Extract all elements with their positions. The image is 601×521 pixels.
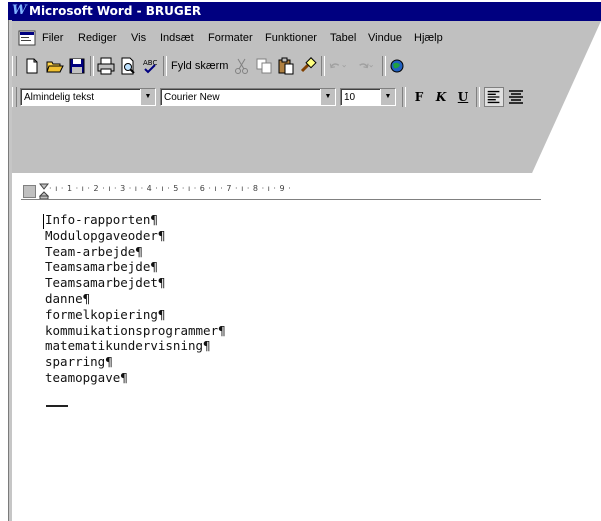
menu-vindue[interactable]: Vindue [368, 27, 402, 49]
horizontal-ruler[interactable]: · ı · 1 · ı · 2 · ı · 3 · ı · 4 · ı · 5 … [21, 183, 541, 200]
format-painter-icon[interactable] [298, 56, 318, 76]
toolbar-grip[interactable] [12, 87, 17, 107]
document-line: Teamsamarbejdet¶ [45, 275, 166, 291]
end-of-document-marker [46, 405, 68, 407]
toolbar-separator [402, 87, 406, 107]
open-folder-icon[interactable] [45, 56, 65, 76]
word-app-icon[interactable]: W [12, 4, 27, 18]
align-center-icon[interactable] [506, 87, 526, 107]
menu-hjaelp[interactable]: Hjælp [414, 27, 443, 49]
undo-icon[interactable] [328, 56, 348, 76]
toolbar-separator [476, 87, 480, 107]
underline-button[interactable]: U [454, 88, 472, 106]
text-cursor [43, 214, 44, 229]
toolbar-separator [321, 56, 325, 76]
style-select[interactable]: Almindelig tekst ▼ [20, 88, 156, 106]
redo-icon[interactable] [355, 56, 375, 76]
print-preview-icon[interactable] [118, 56, 138, 76]
title-bar[interactable]: W Microsoft Word - BRUGER [8, 2, 601, 21]
copy-icon[interactable] [254, 56, 274, 76]
menu-bar: Filer Rediger Vis Indsæt Formater Funkti… [8, 27, 601, 49]
toolbar-grip[interactable] [12, 56, 17, 76]
document-body[interactable]: Info-rapporten¶ Modulopgaveoder¶ Team-ar… [45, 212, 226, 386]
toolbar-separator [163, 56, 167, 76]
standard-toolbar: ABC Fyld skærm [8, 52, 601, 80]
document-line: formelkopiering¶ [45, 306, 166, 322]
save-disk-icon[interactable] [67, 56, 87, 76]
bold-button[interactable]: F [410, 88, 428, 106]
font-size-value: 10 [344, 92, 356, 103]
toolbar-separator [382, 56, 386, 76]
window-left-border [8, 20, 12, 521]
menu-rediger[interactable]: Rediger [78, 27, 117, 49]
fit-screen-button[interactable]: Fyld skærm [171, 56, 228, 76]
web-globe-icon[interactable] [388, 56, 408, 76]
menu-filer[interactable]: Filer [42, 27, 63, 49]
window-title: Microsoft Word - BRUGER [29, 4, 202, 18]
document-line: danne¶ [45, 290, 91, 306]
menu-tabel[interactable]: Tabel [330, 27, 356, 49]
toolbar-separator [90, 56, 94, 76]
cut-icon[interactable] [232, 56, 252, 76]
document-line: Team-arbejde¶ [45, 243, 143, 259]
font-size-select[interactable]: 10 ▼ [340, 88, 396, 106]
spelling-check-icon[interactable]: ABC [140, 56, 160, 76]
toolbar-area: Filer Rediger Vis Indsæt Formater Funkti… [8, 21, 601, 173]
italic-button[interactable]: K [432, 88, 450, 106]
document-line: teamopgave¶ [45, 369, 128, 385]
chevron-down-icon[interactable]: ▼ [140, 89, 155, 105]
document-line: Info-rapporten¶ [45, 212, 158, 227]
menu-vis[interactable]: Vis [131, 27, 146, 49]
menu-indsaet[interactable]: Indsæt [160, 27, 194, 49]
formatting-toolbar: Almindelig tekst ▼ Courier New ▼ 10 ▼ F … [8, 83, 601, 111]
document-line: Modulopgaveoder¶ [45, 227, 166, 243]
document-line: matematikundervisning¶ [45, 338, 211, 354]
chevron-down-icon[interactable]: ▼ [380, 89, 395, 105]
font-select[interactable]: Courier New ▼ [160, 88, 336, 106]
document-line: Teamsamarbejde¶ [45, 259, 158, 275]
menu-funktioner[interactable]: Funktioner [265, 27, 317, 49]
document-icon[interactable] [18, 30, 36, 46]
paste-icon[interactable] [276, 56, 296, 76]
indent-marker-icon[interactable] [39, 183, 49, 199]
menu-formater[interactable]: Formater [208, 27, 253, 49]
font-value: Courier New [164, 92, 220, 103]
document-line: kommuikationsprogrammer¶ [45, 322, 226, 338]
style-value: Almindelig tekst [24, 92, 95, 103]
tab-selector-icon[interactable] [23, 185, 36, 198]
document-line: sparring¶ [45, 354, 113, 370]
chevron-down-icon[interactable]: ▼ [320, 89, 335, 105]
ruler-ticks: · ı · 1 · ı · 2 · ı · 3 · ı · 4 · ı · 5 … [49, 184, 292, 193]
new-document-icon[interactable] [22, 56, 42, 76]
print-icon[interactable] [96, 56, 116, 76]
align-left-icon[interactable] [484, 87, 504, 107]
